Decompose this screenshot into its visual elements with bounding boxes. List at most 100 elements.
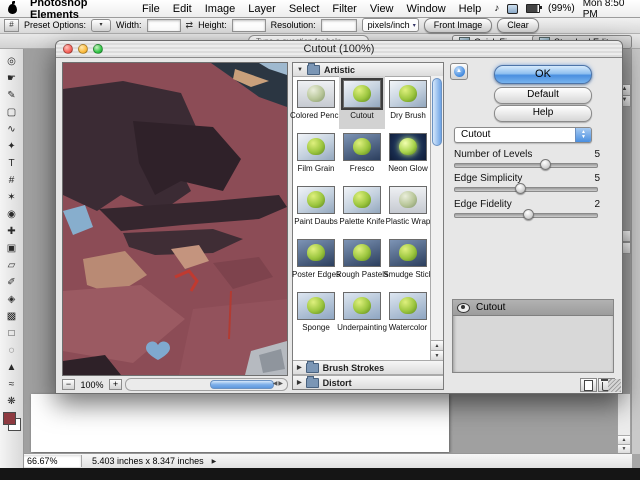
dialog-title-bar[interactable]: Cutout (100%) — [56, 41, 622, 58]
category-brush-strokes[interactable]: ▶ Brush Strokes — [293, 360, 443, 375]
foreground-color-swatch[interactable] — [2, 412, 16, 425]
menu-window[interactable]: Window — [407, 3, 446, 15]
menu-filter[interactable]: Filter — [332, 3, 356, 15]
filter-thumb-palette-knife[interactable]: Palette Knife — [339, 182, 385, 235]
tool-red-eye[interactable]: ◉ — [2, 206, 21, 223]
minimize-button[interactable] — [78, 44, 88, 54]
volume-icon[interactable]: ♪ — [494, 3, 499, 14]
width-field[interactable] — [146, 18, 181, 32]
dialog-resize-grip[interactable] — [608, 379, 621, 392]
tool-hand[interactable]: ☛ — [2, 70, 21, 87]
menu-image[interactable]: Image — [205, 3, 236, 15]
edge-fidelity-value[interactable]: 2 — [580, 199, 600, 210]
filter-thumb-colored-pencil[interactable]: Colored Pencil — [290, 76, 342, 129]
document-canvas[interactable] — [31, 394, 449, 452]
filter-thumb-neon-glow[interactable]: Neon Glow — [385, 129, 431, 182]
edge-simplicity-slider[interactable] — [454, 183, 598, 194]
number-of-levels-slider[interactable] — [454, 159, 598, 170]
tool-zoom[interactable]: ◎ — [2, 53, 21, 70]
tool-clone-stamp[interactable]: ▣ — [2, 240, 21, 257]
new-effect-layer-button[interactable] — [580, 378, 597, 392]
menu-help[interactable]: Help — [459, 3, 482, 15]
filter-thumb-watercolor[interactable]: Watercolor — [385, 288, 431, 341]
filter-thumb-dry-brush[interactable]: Dry Brush — [385, 76, 431, 129]
filter-thumb-poster-edges[interactable]: Poster Edges — [292, 235, 340, 288]
filter-list-scrollbar[interactable]: ▲ ▼ — [430, 76, 443, 361]
slider-thumb[interactable] — [540, 159, 552, 170]
filter-preview[interactable] — [62, 62, 288, 376]
filter-thumb-underpainting[interactable]: Underpainting — [337, 288, 387, 341]
filter-thumb-sponge[interactable]: Sponge — [293, 288, 339, 341]
zoom-out-button[interactable]: − — [62, 379, 75, 390]
tool-cookie-cutter[interactable]: ✶ — [2, 189, 21, 206]
filter-thumb-rough-pastels[interactable]: Rough Pastels — [336, 235, 388, 288]
preview-scroll-arrows-icon[interactable]: ◀▶ — [273, 380, 284, 387]
slider-thumb[interactable] — [514, 183, 526, 194]
preview-zoom-value[interactable]: 100% — [78, 380, 106, 390]
displays-icon[interactable] — [507, 3, 519, 14]
edge-fidelity-label: Edge Fidelity — [454, 199, 512, 210]
filter-thumb-film-grain[interactable]: Film Grain — [293, 129, 339, 182]
menu-file[interactable]: File — [142, 3, 160, 15]
tool-marquee[interactable]: ▢ — [2, 104, 21, 121]
filter-popup-menu[interactable]: Cutout ▲ ▼ — [454, 127, 592, 143]
help-button[interactable]: Help — [494, 105, 592, 122]
filter-thumb-fresco[interactable]: Fresco — [339, 129, 385, 182]
tool-blur[interactable]: ◌ — [2, 342, 21, 359]
edge-simplicity-value[interactable]: 5 — [580, 173, 600, 184]
document-vertical-scrollbar[interactable]: ▲ ▼ — [617, 393, 631, 455]
tool-paint-bucket[interactable]: ◈ — [2, 291, 21, 308]
resolution-unit-dropdown[interactable]: pixels/inch ▾ — [361, 18, 419, 32]
tool-lasso[interactable]: ∿ — [2, 121, 21, 138]
close-button[interactable] — [63, 44, 73, 54]
menu-edit[interactable]: Edit — [173, 3, 192, 15]
effect-layer-row[interactable]: Cutout — [453, 300, 613, 316]
zoom-in-button[interactable]: + — [109, 379, 122, 390]
resolution-field[interactable] — [320, 18, 357, 32]
ok-button[interactable]: OK — [494, 65, 592, 84]
menu-layer[interactable]: Layer — [248, 3, 276, 15]
tool-eraser[interactable]: ▱ — [2, 257, 21, 274]
zoom-window-button[interactable] — [93, 44, 103, 54]
filter-thumb-paint-daubs[interactable]: Paint Daubs — [293, 182, 339, 235]
menu-view[interactable]: View — [370, 3, 394, 15]
number-of-levels-value[interactable]: 5 — [580, 149, 600, 160]
edge-fidelity-slider[interactable] — [454, 209, 598, 220]
zoom-percent-field[interactable]: 66.67% — [23, 455, 82, 467]
preview-horizontal-scrollbar[interactable]: ◀▶ — [125, 378, 288, 391]
tool-sharpen[interactable]: ▲ — [2, 359, 21, 376]
tool-brush[interactable]: ✐ — [2, 274, 21, 291]
status-popup-icon[interactable]: ▶ — [212, 458, 217, 465]
visibility-eye-icon[interactable] — [457, 302, 470, 313]
menu-select[interactable]: Select — [289, 3, 320, 15]
tool-sponge[interactable]: ❋ — [2, 393, 21, 410]
default-button[interactable]: Default — [494, 87, 592, 104]
tool-type[interactable]: T — [2, 155, 21, 172]
menu-clock[interactable]: Mon 8:50 PM — [583, 0, 632, 20]
swap-dimensions-icon[interactable]: ⇄ — [186, 20, 194, 31]
tool-healing-brush[interactable]: ✚ — [2, 223, 21, 240]
front-image-button[interactable]: Front Image — [423, 17, 493, 33]
height-field[interactable] — [231, 18, 266, 32]
tool-crop[interactable]: # — [2, 172, 21, 189]
filter-list-scroll-thumb[interactable] — [432, 78, 442, 146]
collapse-browser-button[interactable]: ▲ — [450, 63, 468, 80]
preview-scroll-thumb[interactable] — [209, 380, 274, 389]
apple-menu-icon[interactable] — [8, 0, 17, 14]
cutout-filter-dialog: Cutout (100%) − 100% + ◀▶ ▼ Artistic Col… — [55, 40, 623, 394]
battery-icon[interactable] — [526, 4, 542, 13]
clear-button[interactable]: Clear — [497, 17, 539, 33]
tool-gradient[interactable]: ▩ — [2, 308, 21, 325]
filter-thumb-cutout[interactable]: Cutout — [339, 76, 385, 129]
slider-thumb[interactable] — [523, 209, 535, 220]
tool-smudge[interactable]: ≈ — [2, 376, 21, 393]
magic-wand-tool-icon: ✦ — [7, 140, 16, 152]
tool-eyedropper[interactable]: ✎ — [2, 87, 21, 104]
app-menu[interactable]: Photoshop Elements — [30, 0, 129, 21]
filter-thumb-smudge-stick[interactable]: Smudge Stick — [383, 235, 433, 288]
category-artistic[interactable]: ▼ Artistic — [293, 62, 443, 77]
tool-magic-wand[interactable]: ✦ — [2, 138, 21, 155]
category-distort[interactable]: ▶ Distort — [293, 375, 443, 389]
tool-shape[interactable]: □ — [2, 325, 21, 342]
filter-thumb-plastic-wrap[interactable]: Plastic Wrap — [385, 182, 431, 235]
